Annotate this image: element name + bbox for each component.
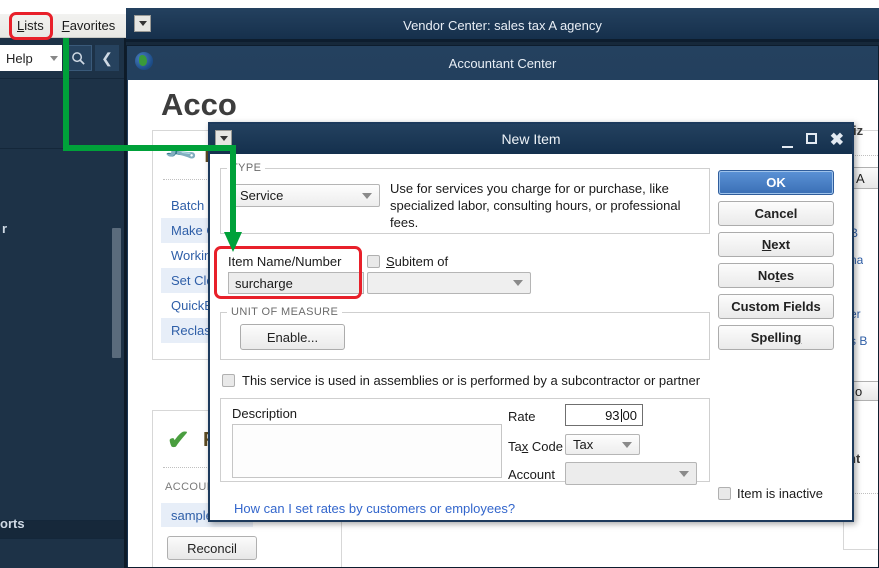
unit-of-measure-legend: UNIT OF MEASURE [231, 306, 339, 318]
chevron-down-icon [513, 280, 523, 286]
item-name-label: Item Name/Number [228, 254, 342, 269]
rate-input[interactable]: 93 00 [565, 404, 643, 426]
vendor-center-title: Vendor Center: sales tax A agency [403, 17, 602, 33]
dialog-title: New Item [501, 131, 561, 147]
reconcile-button[interactable]: Reconcil [167, 536, 257, 560]
vendor-center-window: Vendor Center: sales tax A agency [126, 8, 879, 42]
menu-item-favorites[interactable]: Favorites [53, 16, 124, 35]
subitem-checkbox[interactable] [367, 255, 380, 268]
maximize-icon[interactable] [805, 132, 817, 146]
type-select-value: Service [240, 188, 284, 203]
right-divider-2 [850, 493, 878, 494]
type-description: Use for services you charge for or purch… [390, 181, 681, 230]
rate-value-before: 93 [605, 407, 620, 423]
description-input[interactable] [232, 424, 502, 478]
icon-bar-scrollbar[interactable] [112, 228, 121, 358]
minimize-icon[interactable] [781, 132, 793, 148]
chevron-down-icon [50, 55, 58, 61]
search-icon [71, 51, 85, 65]
spelling-button[interactable]: Spellin g [718, 325, 834, 350]
notes-button[interactable]: No t es [718, 263, 834, 288]
right-field[interactable]: A [850, 167, 878, 189]
left-icon-bar: Help ❮ r orts [0, 38, 126, 568]
icon-bar-fragment-1: r [2, 221, 8, 236]
dialog-body: TYPE Service Use for services you charge… [210, 154, 852, 520]
wrench-icon: 🔧 [161, 135, 199, 172]
type-group-legend: TYPE [231, 162, 262, 174]
search-input-value: Help [6, 50, 33, 66]
ok-button[interactable]: OK [718, 170, 834, 195]
quickbooks-screen: Lists Favorites Accountant Company Custo… [0, 0, 879, 568]
subitem-label: Subitem of [386, 254, 449, 269]
new-item-dialog: New Item ✖ TYPE Service Use for services… [208, 122, 854, 522]
assemblies-checkbox[interactable] [222, 374, 235, 387]
search-input[interactable]: Help [0, 45, 62, 71]
tax-code-label: Tax Code [508, 439, 563, 454]
description-label: Description [232, 406, 298, 421]
icon-bar-fragment-2: orts [0, 516, 25, 531]
chevron-down-icon [362, 192, 372, 199]
menu-item-lists[interactable]: Lists [8, 16, 53, 35]
minimize-box-icon[interactable] [215, 130, 232, 147]
tax-code-select[interactable]: Tax [565, 434, 640, 455]
icon-bar-panel-2: r [0, 148, 124, 518]
back-button[interactable]: ❮ [95, 45, 119, 71]
custom-fields-button[interactable]: Custom Fields [718, 294, 834, 319]
subitem-select[interactable] [367, 272, 531, 294]
account-select[interactable] [565, 462, 697, 485]
icon-bar-panel-1 [0, 78, 124, 146]
type-select[interactable]: Service [232, 184, 380, 207]
next-button[interactable]: Next [718, 232, 834, 257]
dialog-title-bar: New Item ✖ [210, 124, 852, 154]
search-button[interactable] [64, 45, 92, 71]
right-small-box[interactable]: o [850, 381, 878, 401]
close-icon[interactable]: ✖ [830, 131, 844, 148]
item-inactive-checkbox[interactable] [718, 487, 731, 500]
cancel-button[interactable]: Cancel [718, 201, 834, 226]
icon-bar-panel-4 [0, 538, 124, 564]
assemblies-label: This service is used in assemblies or is… [242, 373, 701, 388]
text-caret [620, 408, 622, 422]
page-title: Acco [161, 87, 237, 122]
item-name-input[interactable]: surcharge [228, 272, 364, 294]
window-controls: ✖ [781, 124, 844, 154]
rate-value-after: 00 [622, 407, 637, 423]
enable-uom-button[interactable]: Enable... [240, 324, 345, 350]
item-inactive-label: Item is inactive [737, 486, 823, 501]
search-row: Help ❮ [0, 44, 126, 72]
tax-code-value: Tax [573, 437, 594, 452]
item-name-value: surcharge [235, 275, 293, 291]
accountant-center-title: Accountant Center [448, 55, 557, 71]
check-icon: ✔ [167, 425, 190, 455]
chevron-down-icon [622, 441, 632, 448]
chevron-down-icon [679, 470, 689, 477]
account-label: Account [508, 467, 555, 482]
chevron-left-icon: ❮ [101, 49, 113, 66]
right-divider-1 [850, 155, 878, 156]
rates-help-link[interactable]: How can I set rates by customers or empl… [234, 501, 515, 516]
rate-label: Rate [508, 409, 536, 424]
